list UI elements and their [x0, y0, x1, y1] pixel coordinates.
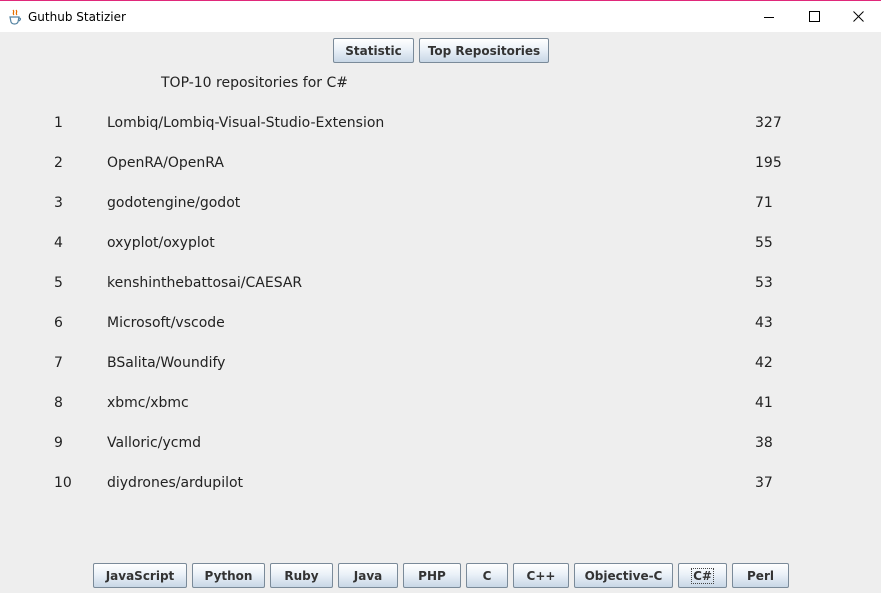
top-repositories-button[interactable]: Top Repositories	[419, 38, 549, 63]
rank-label: 10	[54, 475, 72, 491]
list-item: 3 godotengine/godot 71	[0, 193, 881, 213]
repository-count: 43	[755, 315, 773, 331]
list-item: 1 Lombiq/Lombiq-Visual-Studio-Extension …	[0, 113, 881, 133]
repository-name: diydrones/ardupilot	[107, 475, 244, 491]
repository-count: 195	[755, 155, 782, 171]
list-item: 6 Microsoft/vscode 43	[0, 313, 881, 333]
rank-label: 7	[54, 355, 63, 371]
language-button-objective-c[interactable]: Objective-C	[574, 563, 673, 588]
repository-count: 55	[755, 235, 773, 251]
repository-name: OpenRA/OpenRA	[107, 155, 224, 171]
repository-name: Microsoft/vscode	[107, 315, 225, 331]
minimize-button[interactable]	[746, 1, 792, 32]
repository-name: oxyplot/oxyplot	[107, 235, 215, 251]
close-icon	[852, 11, 864, 22]
rank-label: 8	[54, 395, 63, 411]
rank-label: 1	[54, 115, 63, 131]
repository-count: 71	[755, 195, 773, 211]
list-item: 8 xbmc/xbmc 41	[0, 393, 881, 413]
repository-count: 37	[755, 475, 773, 491]
window-title: Guthub Statizier	[28, 10, 126, 24]
language-button-cpp[interactable]: C++	[513, 563, 569, 588]
repository-count: 41	[755, 395, 773, 411]
maximize-icon	[808, 11, 820, 22]
language-button-ruby[interactable]: Ruby	[270, 563, 333, 588]
close-button[interactable]	[835, 1, 881, 32]
repository-count: 327	[755, 115, 782, 131]
repository-name: Valloric/ycmd	[107, 435, 201, 451]
rank-label: 4	[54, 235, 63, 251]
page-title: TOP-10 repositories for C#	[161, 75, 348, 91]
language-button-csharp-label: C#	[691, 567, 714, 584]
rank-label: 3	[54, 195, 63, 211]
list-item: 10 diydrones/ardupilot 37	[0, 473, 881, 493]
statistic-button[interactable]: Statistic	[333, 38, 414, 63]
repository-count: 53	[755, 275, 773, 291]
rank-label: 9	[54, 435, 63, 451]
repository-name: godotengine/godot	[107, 195, 241, 211]
java-cup-icon	[7, 9, 23, 25]
language-button-perl[interactable]: Perl	[732, 563, 789, 588]
language-button-python[interactable]: Python	[192, 563, 265, 588]
list-item: 2 OpenRA/OpenRA 195	[0, 153, 881, 173]
repository-count: 42	[755, 355, 773, 371]
repository-name: kenshinthebattosai/CAESAR	[107, 275, 303, 291]
language-button-java[interactable]: Java	[338, 563, 398, 588]
minimize-icon	[764, 16, 774, 18]
rank-label: 5	[54, 275, 63, 291]
maximize-button[interactable]	[791, 1, 837, 32]
list-item: 7 BSalita/Woundify 42	[0, 353, 881, 373]
language-button-c[interactable]: C	[466, 563, 508, 588]
language-button-javascript[interactable]: JavaScript	[93, 563, 187, 588]
rank-label: 2	[54, 155, 63, 171]
language-button-php[interactable]: PHP	[403, 563, 461, 588]
list-item: 5 kenshinthebattosai/CAESAR 53	[0, 273, 881, 293]
list-item: 9 Valloric/ycmd 38	[0, 433, 881, 453]
language-button-csharp[interactable]: C#	[678, 563, 727, 588]
list-item: 4 oxyplot/oxyplot 55	[0, 233, 881, 253]
title-bar: Guthub Statizier	[0, 0, 881, 32]
repository-count: 38	[755, 435, 773, 451]
rank-label: 6	[54, 315, 63, 331]
repository-name: Lombiq/Lombiq-Visual-Studio-Extension	[107, 115, 385, 131]
repository-name: xbmc/xbmc	[107, 395, 189, 411]
repository-name: BSalita/Woundify	[107, 355, 226, 371]
